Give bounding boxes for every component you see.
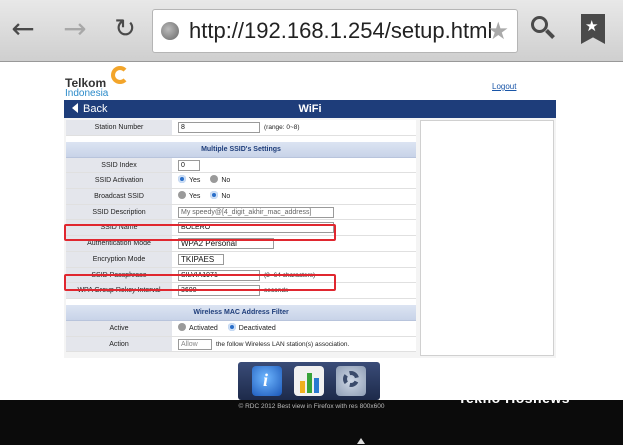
station-number-hint: (range: 0~8) <box>264 124 300 131</box>
encryption-mode-row: Encryption Mode TKIPAES <box>66 251 416 268</box>
activated-label: Activated <box>189 324 218 332</box>
broadcast-ssid-row: Broadcast SSID Yes No <box>66 189 416 205</box>
logo-sun-icon <box>111 66 129 84</box>
browser-toolbar: ← → ↻ http://192.168.1.254/setup.html ★ … <box>0 0 623 62</box>
forward-arrow-icon[interactable]: → <box>60 14 90 44</box>
action-select[interactable]: Allow <box>178 338 212 350</box>
ssid-activation-no-radio[interactable] <box>210 175 219 184</box>
title-bar: Back WiFi <box>64 100 556 118</box>
broadcast-ssid-yes-radio[interactable] <box>178 191 186 200</box>
statistics-icon[interactable] <box>294 366 324 396</box>
station-number-input[interactable]: 8 <box>178 122 260 133</box>
action-hint: the follow Wireless LAN station(s) assoc… <box>216 340 350 348</box>
broadcast-ssid-no-label: No <box>221 193 231 201</box>
ssid-activation-label: SSID Activation <box>66 173 172 189</box>
ssid-description-label: SSID Description <box>66 204 172 220</box>
url-text[interactable]: http://192.168.1.254/setup.html <box>189 18 492 44</box>
broadcast-ssid-label: Broadcast SSID <box>66 189 172 204</box>
station-number-row: Station Number 8 (range: 0~8) <box>66 120 416 136</box>
ssid-index-row: SSID Index 0 <box>66 157 416 174</box>
ssid-index-label: SSID Index <box>66 157 172 173</box>
address-bar[interactable]: http://192.168.1.254/setup.html ★ <box>152 9 518 53</box>
reload-icon[interactable]: ↻ <box>110 14 140 44</box>
logo-sub: Indonesia <box>65 88 109 99</box>
ssid-activation-row: SSID Activation Yes No <box>66 173 416 190</box>
ssid-description-input[interactable]: My speedy@[4_digit_akhir_mac_address] <box>178 206 334 218</box>
mac-filter-section-header: Wireless MAC Address Filter <box>66 304 416 321</box>
mac-filter-action-row: Action Allow the follow Wireless LAN stat… <box>66 336 416 353</box>
broadcast-ssid-yes-label: Yes <box>189 193 201 201</box>
mac-filter-active-row: Active Activated Deactivated <box>66 320 416 337</box>
deactivated-label: Deactivated <box>238 324 276 332</box>
info-icon[interactable]: i <box>252 366 282 396</box>
ssid-description-row: SSID Description My speedy@[4_digit_akhi… <box>66 204 416 221</box>
telkom-logo: Telkom Indonesia <box>65 66 145 100</box>
multiple-ssid-section-header: Multiple SSID's Settings <box>66 141 416 158</box>
settings-gear-icon[interactable] <box>336 366 366 396</box>
ssid-activation-yes-label: Yes <box>189 177 201 185</box>
ssid-activation-no-label: No <box>221 177 231 185</box>
bottom-icon-bar: i <box>238 362 380 400</box>
broadcast-ssid-no-radio[interactable] <box>210 191 219 200</box>
mac-filter-active-label: Active <box>66 320 172 336</box>
mac-filter-action-label: Action <box>66 336 172 352</box>
router-page: Telkom Indonesia Logout Back WiFi Statio… <box>0 62 623 400</box>
encryption-mode-label: Encryption Mode <box>66 251 172 267</box>
logout-link[interactable]: Logout <box>492 82 516 91</box>
star-icon[interactable]: ★ <box>487 17 509 45</box>
back-arrow-icon[interactable]: ← <box>8 14 38 44</box>
ssid-activation-yes-radio[interactable] <box>178 175 186 184</box>
watermark: Tekno Hosnews <box>458 390 571 406</box>
encryption-mode-select[interactable]: TKIPAES <box>178 253 224 265</box>
right-info-pane <box>420 120 554 356</box>
ssid-index-select[interactable]: 0 <box>178 159 200 171</box>
ssid-name-highlight <box>64 224 336 241</box>
ssid-passphrase-highlight <box>64 274 336 291</box>
globe-icon <box>161 22 179 40</box>
cursor-icon <box>357 438 365 444</box>
station-number-label: Station Number <box>66 120 172 135</box>
activated-radio[interactable] <box>178 322 186 331</box>
bookmark-icon[interactable]: ★ <box>581 14 605 44</box>
page-title: WiFi <box>298 103 322 115</box>
search-icon[interactable] <box>528 14 558 44</box>
deactivated-radio[interactable] <box>227 322 236 331</box>
